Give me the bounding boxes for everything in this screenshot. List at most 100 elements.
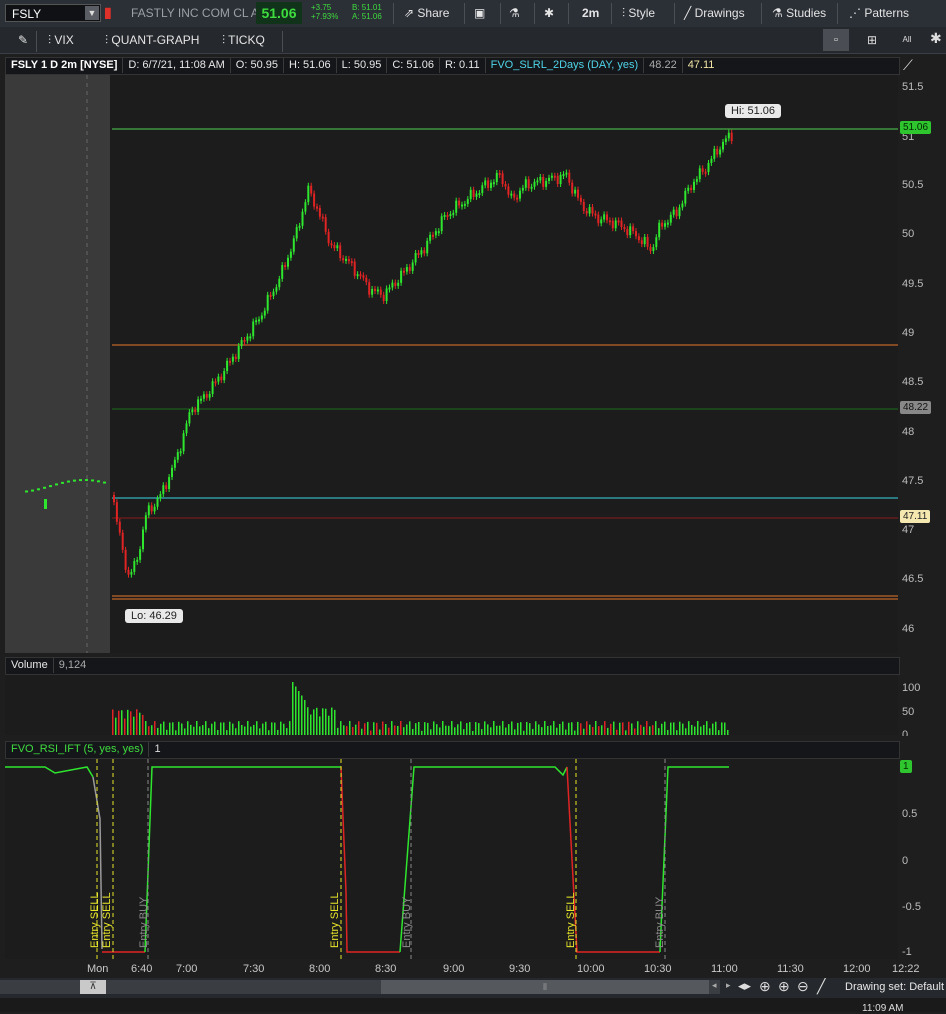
pin-icon[interactable]: ✎ [18,33,28,47]
volume-bar [274,722,276,735]
candle [690,187,693,190]
volume-bar [571,722,573,735]
candle [168,477,171,490]
price-tick: 48.5 [902,376,924,388]
candle [298,225,301,228]
premarket-tick [79,479,82,482]
time-tick: 11:00 [711,963,738,975]
time-tick: 6:40 [131,963,153,975]
volume-bar [499,725,501,735]
candle [379,289,382,295]
gear-icon[interactable]: ✱ [930,30,942,47]
candle [472,189,475,197]
style-button[interactable]: ⫶ Style [622,3,655,24]
grid-layout-icon[interactable]: ⊞ [859,29,885,51]
candle [113,495,115,503]
rsi-title[interactable]: FVO_RSI_IFT (5, yes, yes) [6,742,150,757]
volume-tick: 50 [902,706,915,718]
flask-icon[interactable]: ⚗ [509,3,525,24]
scroll-left-icon[interactable]: ▸ [726,980,731,991]
candle [263,310,266,316]
candle [681,203,684,208]
draw-line-icon[interactable]: ╱ [817,978,825,995]
rsi-tick: 0.5 [902,808,918,820]
volume-bar [133,716,135,735]
volume-bar [181,723,183,735]
price-tick: 50.5 [902,179,924,191]
candle [637,236,640,241]
zoom-out-icon[interactable]: ⊖ [797,978,809,995]
volume-bar [682,723,684,735]
volume-bar [352,726,354,735]
drawings-button[interactable]: ╱ Drawings [684,3,745,24]
candle [223,371,226,381]
premarket-shading [5,75,110,653]
price-tick: 49.5 [902,278,924,290]
share-button[interactable]: ⇗ Share [404,3,449,24]
volume-bar [505,727,507,735]
volume-bar [649,726,651,735]
gear-icon[interactable]: ✱ [544,3,560,24]
volume-bar [130,711,132,735]
quick-item-quant-graph[interactable]: ⫶ QUANT-GRAPH [105,33,199,48]
study-name[interactable]: FVO_SLRL_2Days (DAY, yes) [486,58,645,73]
bar-date: D: 6/7/21, 11:08 AM [123,58,231,73]
volume-bar [304,700,306,735]
volume-bar [331,707,333,735]
bar-low: L: 50.95 [337,58,388,73]
volume-chart [5,675,898,735]
single-layout-icon[interactable]: ▫ [823,29,849,51]
symbol-dropdown-icon[interactable]: ▼ [85,6,99,20]
scroll-right-icon[interactable]: ◂ [712,980,717,991]
time-tick: 10:30 [644,963,672,975]
candle [159,494,162,499]
candle [724,138,727,142]
volume-bar [529,723,531,735]
volume-bar [451,721,453,735]
volume-bar [610,723,612,735]
news-icon[interactable]: ▣ [474,3,492,24]
studies-button[interactable]: ⚗ Studies [772,3,826,24]
candle [388,287,391,290]
quick-item-vix[interactable]: ⫶ VIX [48,33,74,48]
candle [579,197,582,202]
scroll-thumb[interactable]: ⦀ [381,980,709,994]
premarket-tick [25,490,28,493]
candle [365,277,368,283]
candle [278,278,281,288]
scroll-home-button[interactable]: ⊼ [80,980,106,994]
volume-bar [619,722,621,735]
drawing-set-label[interactable]: Drawing set: Default [845,981,944,993]
volume-bar [325,708,327,735]
volume-bar [526,721,528,735]
candle [284,265,287,268]
volume-bar [535,721,537,735]
all-button[interactable]: All [894,29,920,51]
zoom-in-icon[interactable]: ⊕ [778,978,790,995]
share-icon: ⇗ [404,6,415,20]
high-label: Hi: 51.06 [725,104,782,118]
candle [591,207,594,214]
candle [539,176,542,181]
quick-item-tickq[interactable]: ⫶ TICKQ [222,33,265,48]
expand-icon[interactable]: ◂▸ [738,978,751,994]
crosshair-icon[interactable]: ⊕ [759,978,771,995]
symbol-input[interactable]: FSLY ▼ [5,4,101,22]
patterns-button[interactable]: ⋰ Patterns [849,3,909,24]
price-tick: 51.5 [902,81,924,93]
volume-bar [373,722,375,735]
candle [658,222,661,238]
candle [368,282,371,295]
candle [188,412,191,424]
divider [393,3,394,24]
volume-bar [166,729,168,735]
candle [577,189,579,198]
premarket-tick [61,481,64,484]
volume-bar [205,721,207,735]
price-axis-icon[interactable]: ⟋ [903,57,913,74]
timeframe-button[interactable]: 2m [582,3,599,24]
bar-high: H: 51.06 [284,58,337,73]
volume-bar [199,726,201,735]
alert-flag-icon[interactable]: ▮ [104,4,114,22]
volume-bar [259,728,261,735]
